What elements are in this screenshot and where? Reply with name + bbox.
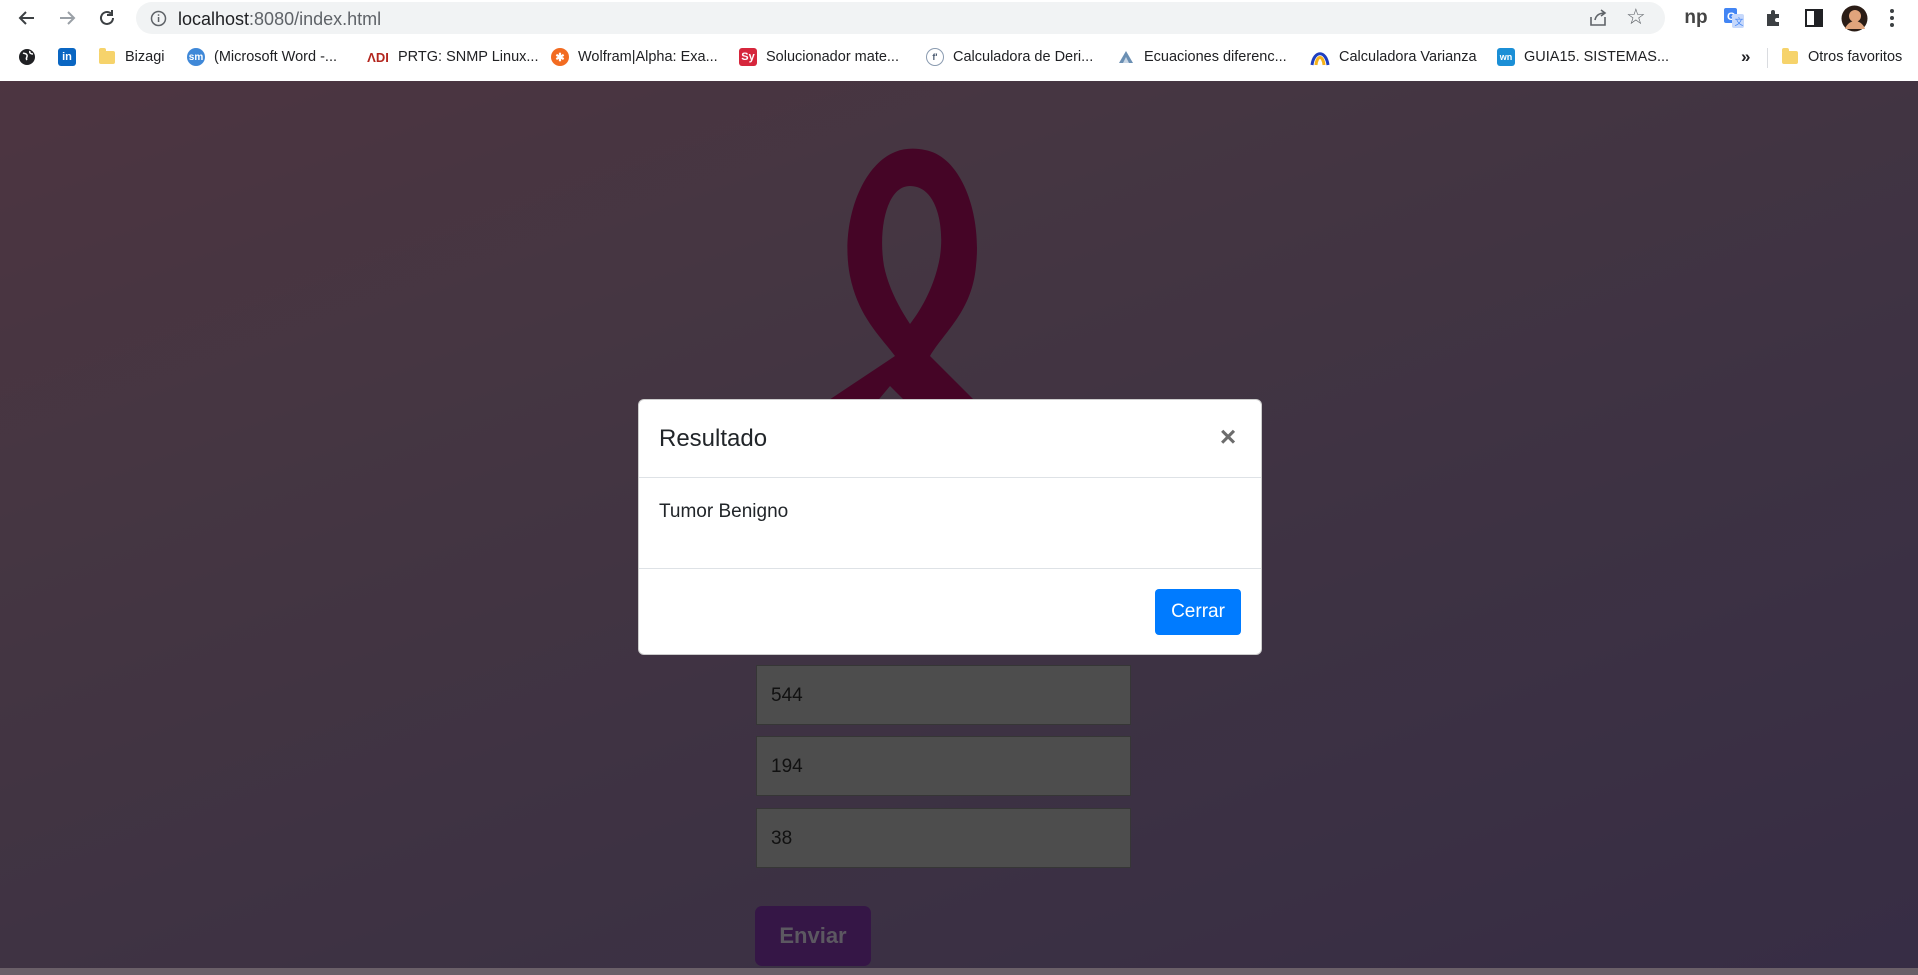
forward-arrow-icon bbox=[60, 11, 76, 25]
sm-icon: sm bbox=[187, 48, 205, 66]
bookmark-label: GUIA15. SISTEMAS... bbox=[1524, 49, 1670, 65]
url-text: localhost:8080/index.html bbox=[178, 9, 381, 30]
svg-text:文: 文 bbox=[1735, 16, 1744, 27]
site-info-icon[interactable] bbox=[150, 10, 167, 32]
bookmark-linkedin[interactable]: in bbox=[58, 45, 85, 69]
side-panel-icon[interactable] bbox=[1802, 4, 1826, 32]
bookmark-label: Calculadora de Deri... bbox=[953, 49, 1094, 65]
folder-icon bbox=[1782, 47, 1798, 64]
reload-button[interactable] bbox=[92, 3, 122, 33]
bookmark-star-icon[interactable]: ☆ bbox=[1626, 6, 1646, 28]
bookmark-item-5[interactable]: f' Calculadora de Deri... bbox=[926, 45, 1093, 69]
bookmark-item-6[interactable]: Ecuaciones diferenc... bbox=[1117, 45, 1287, 69]
bookmark-label: Calculadora Varianza bbox=[1339, 49, 1477, 65]
bookmark-label: PRTG: SNMP Linux... bbox=[398, 49, 539, 65]
result-modal: Resultado × Tumor Benigno Cerrar bbox=[638, 399, 1262, 655]
close-button[interactable]: Cerrar bbox=[1155, 589, 1241, 635]
modal-title: Resultado bbox=[659, 425, 768, 452]
back-button[interactable] bbox=[12, 3, 42, 33]
address-bar[interactable]: localhost:8080/index.html ☆ bbox=[136, 2, 1665, 34]
globe-icon bbox=[19, 49, 35, 65]
modal-footer: Cerrar bbox=[639, 568, 1261, 654]
bookmark-item-1[interactable]: sm (Microsoft Word -... bbox=[187, 45, 337, 69]
forward-button[interactable] bbox=[52, 3, 82, 33]
bookmark-item-3[interactable]: ✱ Wolfram|Alpha: Exa... bbox=[551, 45, 718, 69]
browser-toolbar: localhost:8080/index.html ☆ np G文 bbox=[0, 0, 1918, 35]
linkedin-icon: in bbox=[58, 48, 76, 66]
bookmarks-overflow-button[interactable]: » bbox=[1741, 45, 1750, 69]
bottom-edge bbox=[0, 968, 1918, 975]
url-path: :8080/index.html bbox=[249, 9, 382, 29]
menu-kebab-icon[interactable] bbox=[1880, 4, 1904, 32]
bookmark-label: Solucionador mate... bbox=[766, 49, 899, 65]
bookmark-label: Bizagi bbox=[125, 49, 165, 65]
bookmark-item-4[interactable]: Sy Solucionador mate... bbox=[739, 45, 899, 69]
bookmark-item-0[interactable]: Bizagi bbox=[99, 45, 165, 69]
wn-icon: wn bbox=[1497, 48, 1515, 66]
sy-icon: Sy bbox=[739, 48, 757, 66]
wolfram-icon: ✱ bbox=[551, 48, 569, 66]
bookmark-label: Wolfram|Alpha: Exa... bbox=[578, 49, 718, 65]
back-arrow-icon bbox=[18, 11, 34, 25]
triangle-icon bbox=[1119, 51, 1133, 63]
extensions-puzzle-icon[interactable] bbox=[1762, 4, 1786, 32]
folder-icon bbox=[99, 47, 115, 64]
reload-icon bbox=[100, 10, 114, 25]
bookmark-label: (Microsoft Word -... bbox=[214, 49, 337, 65]
bookmark-globe[interactable] bbox=[18, 45, 36, 69]
prtg-icon: ΛDI bbox=[367, 49, 389, 65]
bookmark-label: Ecuaciones diferenc... bbox=[1144, 49, 1287, 65]
overflow-chevron-icon: » bbox=[1741, 47, 1751, 66]
bookmark-item-7[interactable]: Calculadora Varianza bbox=[1310, 45, 1477, 69]
varianza-icon bbox=[1310, 52, 1330, 66]
extension-np-icon[interactable]: np bbox=[1682, 4, 1710, 32]
bookmark-item-2[interactable]: ΛDI PRTG: SNMP Linux... bbox=[367, 45, 538, 69]
share-icon[interactable] bbox=[1588, 8, 1610, 33]
bookmarks-divider bbox=[1767, 48, 1768, 68]
derivative-icon: f' bbox=[926, 48, 944, 66]
bookmark-item-8[interactable]: wn GUIA15. SISTEMAS... bbox=[1497, 45, 1669, 69]
modal-message: Tumor Benigno bbox=[659, 501, 789, 522]
profile-avatar[interactable] bbox=[1840, 4, 1868, 32]
close-icon[interactable]: × bbox=[1213, 422, 1243, 452]
other-bookmarks-folder[interactable]: Otros favoritos bbox=[1782, 45, 1902, 69]
modal-header: Resultado × bbox=[639, 400, 1261, 478]
translate-extension-icon[interactable]: G文 bbox=[1722, 4, 1746, 32]
url-host: localhost bbox=[178, 9, 250, 29]
bookmarks-bar: in Bizagi sm (Microsoft Word -... ΛDI PR… bbox=[0, 40, 1918, 74]
other-bookmarks-label: Otros favoritos bbox=[1808, 49, 1903, 65]
